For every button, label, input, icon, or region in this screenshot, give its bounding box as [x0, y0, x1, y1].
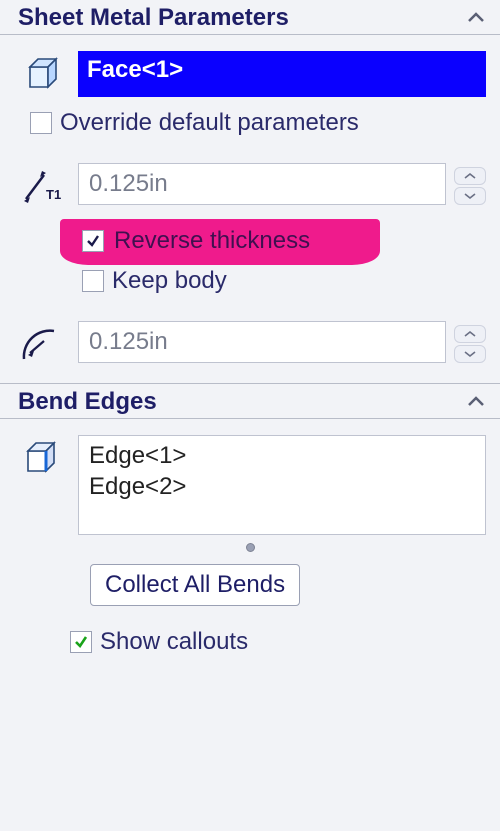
bend-radius-icon	[14, 321, 70, 367]
collect-all-bends-button[interactable]: Collect All Bends	[90, 564, 300, 606]
bend-radius-input[interactable]: 0.125in	[78, 321, 446, 363]
thickness-spin-up[interactable]	[454, 167, 486, 185]
radius-spinner	[454, 321, 486, 367]
override-defaults-row[interactable]: Override default parameters	[0, 103, 500, 143]
reverse-thickness-label: Reverse thickness	[114, 227, 310, 255]
section-title: Bend Edges	[18, 388, 157, 416]
thickness-input[interactable]: 0.125in	[78, 163, 446, 205]
thickness-spin-down[interactable]	[454, 187, 486, 205]
edge-item[interactable]: Edge<1>	[89, 440, 475, 471]
fixed-face-icon	[14, 51, 70, 97]
property-manager-panel: Sheet Metal Parameters Face<1> Override …	[0, 0, 500, 672]
svg-text:T1: T1	[46, 187, 61, 202]
override-defaults-label: Override default parameters	[60, 109, 359, 137]
bend-radius-row: 0.125in	[0, 315, 500, 373]
thickness-value: 0.125in	[89, 170, 168, 197]
edges-selection-row: Edge<1> Edge<2>	[0, 429, 500, 541]
sheet-metal-body: Face<1> Override default parameters T1 0…	[0, 35, 500, 383]
bend-radius-value: 0.125in	[89, 328, 168, 355]
face-selection-value: Face<1>	[87, 56, 183, 83]
resize-handle-icon[interactable]	[0, 541, 500, 558]
show-callouts-label: Show callouts	[100, 628, 248, 656]
override-defaults-checkbox[interactable]	[30, 112, 52, 134]
chevron-up-icon	[464, 6, 488, 30]
show-callouts-checkbox[interactable]	[70, 631, 92, 653]
radius-spin-up[interactable]	[454, 325, 486, 343]
collect-all-bends-label: Collect All Bends	[105, 571, 285, 598]
edge-item[interactable]: Edge<2>	[89, 471, 475, 502]
chevron-up-icon	[464, 390, 488, 414]
reverse-thickness-row[interactable]: Reverse thickness	[82, 227, 370, 255]
reverse-thickness-highlight: Reverse thickness	[60, 219, 380, 265]
face-selection-row: Face<1>	[0, 45, 500, 103]
section-header-bend-edges[interactable]: Bend Edges	[0, 384, 500, 418]
bend-edges-icon	[14, 435, 70, 535]
face-selection-box[interactable]: Face<1>	[78, 51, 486, 97]
keep-body-row[interactable]: Keep body	[0, 265, 500, 301]
keep-body-checkbox[interactable]	[82, 270, 104, 292]
radius-spin-down[interactable]	[454, 345, 486, 363]
thickness-spinner	[454, 163, 486, 209]
reverse-thickness-checkbox[interactable]	[82, 230, 104, 252]
section-title: Sheet Metal Parameters	[18, 4, 289, 32]
section-header-sheet-metal[interactable]: Sheet Metal Parameters	[0, 0, 500, 34]
keep-body-label: Keep body	[112, 267, 227, 295]
thickness-icon: T1	[14, 163, 70, 209]
thickness-row: T1 0.125in	[0, 157, 500, 215]
show-callouts-row[interactable]: Show callouts	[0, 622, 500, 662]
edges-selection-box[interactable]: Edge<1> Edge<2>	[78, 435, 486, 535]
bend-edges-body: Edge<1> Edge<2> Collect All Bends Show c…	[0, 419, 500, 672]
